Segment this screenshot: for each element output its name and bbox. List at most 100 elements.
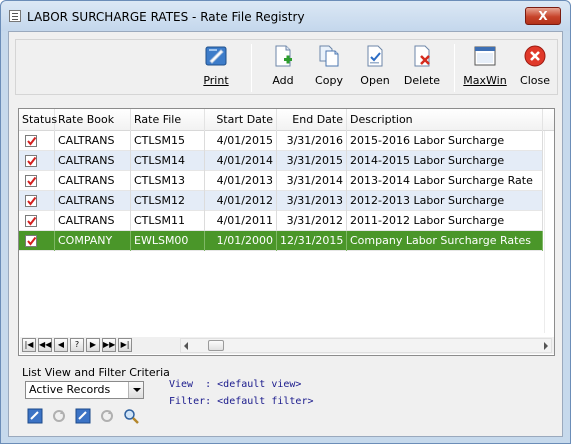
close-button[interactable]: Close [516, 44, 554, 92]
table-row[interactable]: CALTRANS CTLSM12 4/01/2012 3/31/2013 2012-20… [19, 191, 543, 211]
rate-book-cell: CALTRANS [55, 151, 131, 171]
status-checkbox[interactable] [25, 235, 37, 247]
status-cell [19, 171, 55, 191]
scroll-right-arrow-icon[interactable] [544, 342, 548, 350]
toolbar: Print Add Copy Open Delete MaxWin Close [15, 39, 558, 95]
vertical-scroll-area[interactable] [544, 131, 554, 333]
end-cell: 3/31/2014 [277, 171, 347, 191]
status-cell [19, 131, 55, 151]
nav-prev-button[interactable]: ◀ [54, 338, 68, 352]
copy-icon [317, 44, 341, 68]
start-cell: 4/01/2015 [205, 131, 277, 151]
scroll-thumb[interactable] [208, 340, 224, 351]
end-cell: 3/31/2015 [277, 151, 347, 171]
chevron-down-icon[interactable] [128, 382, 143, 398]
column-header-status[interactable]: Status [19, 109, 57, 131]
filter-settings-icon[interactable] [75, 408, 91, 424]
delete-icon [410, 44, 434, 68]
grid-navigation-bar: |◀ ◀◀ ◀? ▶ ▶▶ ▶| [20, 337, 554, 354]
view-info: View : <default view> [169, 379, 302, 390]
rate-book-cell: CALTRANS [55, 171, 131, 191]
open-label: Open [360, 74, 390, 87]
toolbar-separator [454, 44, 455, 92]
open-button[interactable]: Open [358, 44, 392, 92]
column-header-rate-book[interactable]: Rate Book [55, 109, 131, 131]
window-close-button[interactable]: X [525, 7, 561, 25]
start-cell: 4/01/2011 [205, 211, 277, 231]
filter-refresh-icon[interactable] [99, 408, 115, 424]
window-title: LABOR SURCHARGE RATES - Rate File Regist… [27, 10, 305, 24]
end-cell: 3/31/2016 [277, 131, 347, 151]
maxwin-label: MaxWin [463, 74, 507, 87]
status-checkbox[interactable] [25, 135, 37, 147]
nav-next-button[interactable]: ▶ [86, 338, 100, 352]
status-checkbox[interactable] [25, 215, 37, 227]
start-cell: 4/01/2012 [205, 191, 277, 211]
status-checkbox[interactable] [25, 195, 37, 207]
close-label: Close [520, 74, 550, 87]
add-button[interactable]: Add [266, 44, 300, 92]
description-cell: 2011-2012 Labor Surcharge [347, 211, 543, 231]
rate-book-cell: CALTRANS [55, 131, 131, 151]
end-cell: 3/31/2012 [277, 211, 347, 231]
status-cell [19, 151, 55, 171]
end-cell: 12/31/2015 [277, 231, 347, 251]
scroll-left-arrow-icon[interactable] [184, 342, 188, 350]
rate-file-cell: CTLSM11 [131, 211, 205, 231]
filter-section-label: List View and Filter Criteria [22, 366, 170, 379]
rate-book-cell: COMPANY [55, 231, 131, 251]
maxwin-button[interactable]: MaxWin [462, 44, 508, 92]
column-header-description[interactable]: Description [347, 109, 543, 131]
nav-prev-page-button[interactable]: ◀◀ [38, 338, 52, 352]
status-checkbox[interactable] [25, 175, 37, 187]
grid-header: Status Rate Book Rate File Start Date En… [19, 109, 554, 131]
start-cell: 4/01/2013 [205, 171, 277, 191]
record-filter-value: Active Records [29, 383, 111, 396]
table-row[interactable]: CALTRANS CTLSM13 4/01/2013 3/31/2014 2013-20… [19, 171, 543, 191]
open-icon [363, 44, 387, 68]
rate-file-cell: EWLSM00 [131, 231, 205, 251]
column-header-rate-file[interactable]: Rate File [131, 109, 205, 131]
rate-file-cell: CTLSM15 [131, 131, 205, 151]
record-filter-select[interactable]: Active Records [25, 381, 144, 399]
delete-button[interactable]: Delete [402, 44, 442, 92]
app-window: LABOR SURCHARGE RATES - Rate File Regist… [0, 0, 571, 444]
table-row[interactable]: CALTRANS CTLSM11 4/01/2011 3/31/2012 2011-20… [19, 211, 543, 231]
close-circle-icon [523, 44, 547, 68]
maxwin-icon [473, 44, 497, 68]
delete-label: Delete [403, 74, 441, 87]
toolbar-separator [251, 44, 252, 92]
nav-next-page-button[interactable]: ▶▶ [102, 338, 116, 352]
search-icon[interactable] [123, 408, 139, 424]
description-cell: 2013-2014 Labor Surcharge Rate [347, 171, 543, 191]
copy-button[interactable]: Copy [312, 44, 346, 92]
filter-info: Filter: <default filter> [169, 396, 314, 407]
view-settings-icon[interactable] [27, 408, 43, 424]
client-area: Print Add Copy Open Delete MaxWin Close … [8, 31, 563, 437]
table-row[interactable]: COMPANY EWLSM00 1/01/2000 12/31/2015 Company… [19, 231, 543, 251]
description-cell: 2014-2015 Labor Surcharge [347, 151, 543, 171]
nav-help-button[interactable]: ? [70, 338, 84, 352]
add-icon [271, 44, 295, 68]
rate-book-cell: CALTRANS [55, 211, 131, 231]
title-bar[interactable]: LABOR SURCHARGE RATES - Rate File Regist… [1, 1, 570, 31]
description-cell: 2012-2013 Labor Surcharge [347, 191, 543, 211]
description-cell: Company Labor Surcharge Rates [347, 231, 543, 251]
nav-first-button[interactable]: |◀ [22, 338, 36, 352]
horizontal-scrollbar[interactable] [180, 338, 552, 353]
status-cell [19, 191, 55, 211]
rate-file-cell: CTLSM14 [131, 151, 205, 171]
status-checkbox[interactable] [25, 155, 37, 167]
add-label: Add [272, 74, 294, 87]
rate-book-cell: CALTRANS [55, 191, 131, 211]
nav-last-button[interactable]: ▶| [118, 338, 132, 352]
column-header-start-date[interactable]: Start Date [205, 109, 277, 131]
print-button[interactable]: Print [196, 44, 236, 92]
description-cell: 2015-2016 Labor Surcharge [347, 131, 543, 151]
status-cell [19, 231, 55, 251]
column-header-end-date[interactable]: End Date [277, 109, 347, 131]
view-refresh-icon[interactable] [51, 408, 67, 424]
copy-label: Copy [315, 74, 343, 87]
table-row[interactable]: CALTRANS CTLSM15 4/01/2015 3/31/2016 2015-20… [19, 131, 543, 151]
table-row[interactable]: CALTRANS CTLSM14 4/01/2014 3/31/2015 2014-20… [19, 151, 543, 171]
